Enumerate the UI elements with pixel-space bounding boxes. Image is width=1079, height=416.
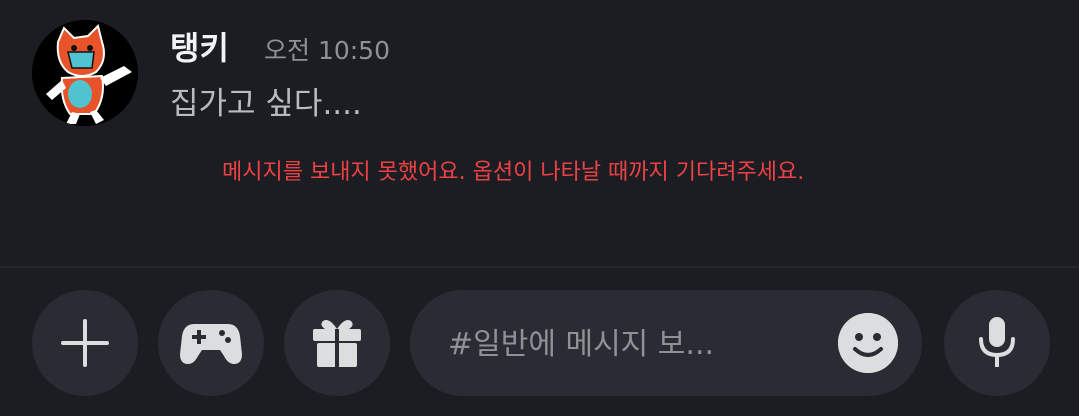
message-input-container[interactable]: [410, 290, 922, 398]
message-timestamp: 오전 10:50: [264, 36, 390, 65]
plus-icon: [61, 319, 109, 367]
gift-icon: [313, 320, 361, 367]
avatar[interactable]: [32, 20, 138, 126]
cat-avatar-image: [32, 20, 138, 126]
smiley-icon: [838, 313, 898, 373]
microphone-icon: [979, 317, 1015, 367]
voice-button[interactable]: [944, 290, 1050, 396]
message-input[interactable]: [446, 290, 820, 398]
send-error-text: 메시지를 보내지 못했어요. 옵션이 나타날 때까지 기다려주세요.: [222, 160, 805, 185]
chat-message: 탱키 오전 10:50 집가고 싶다.... 메시지를 보내지 못했어요. 옵션…: [0, 0, 1079, 266]
gift-button[interactable]: [284, 290, 390, 396]
message-author[interactable]: 탱키: [170, 26, 229, 70]
gamepad-icon: [180, 324, 242, 364]
message-content: 집가고 싶다....: [170, 86, 362, 122]
add-button[interactable]: [32, 290, 138, 396]
emoji-button[interactable]: [838, 313, 898, 373]
games-button[interactable]: [158, 290, 264, 396]
